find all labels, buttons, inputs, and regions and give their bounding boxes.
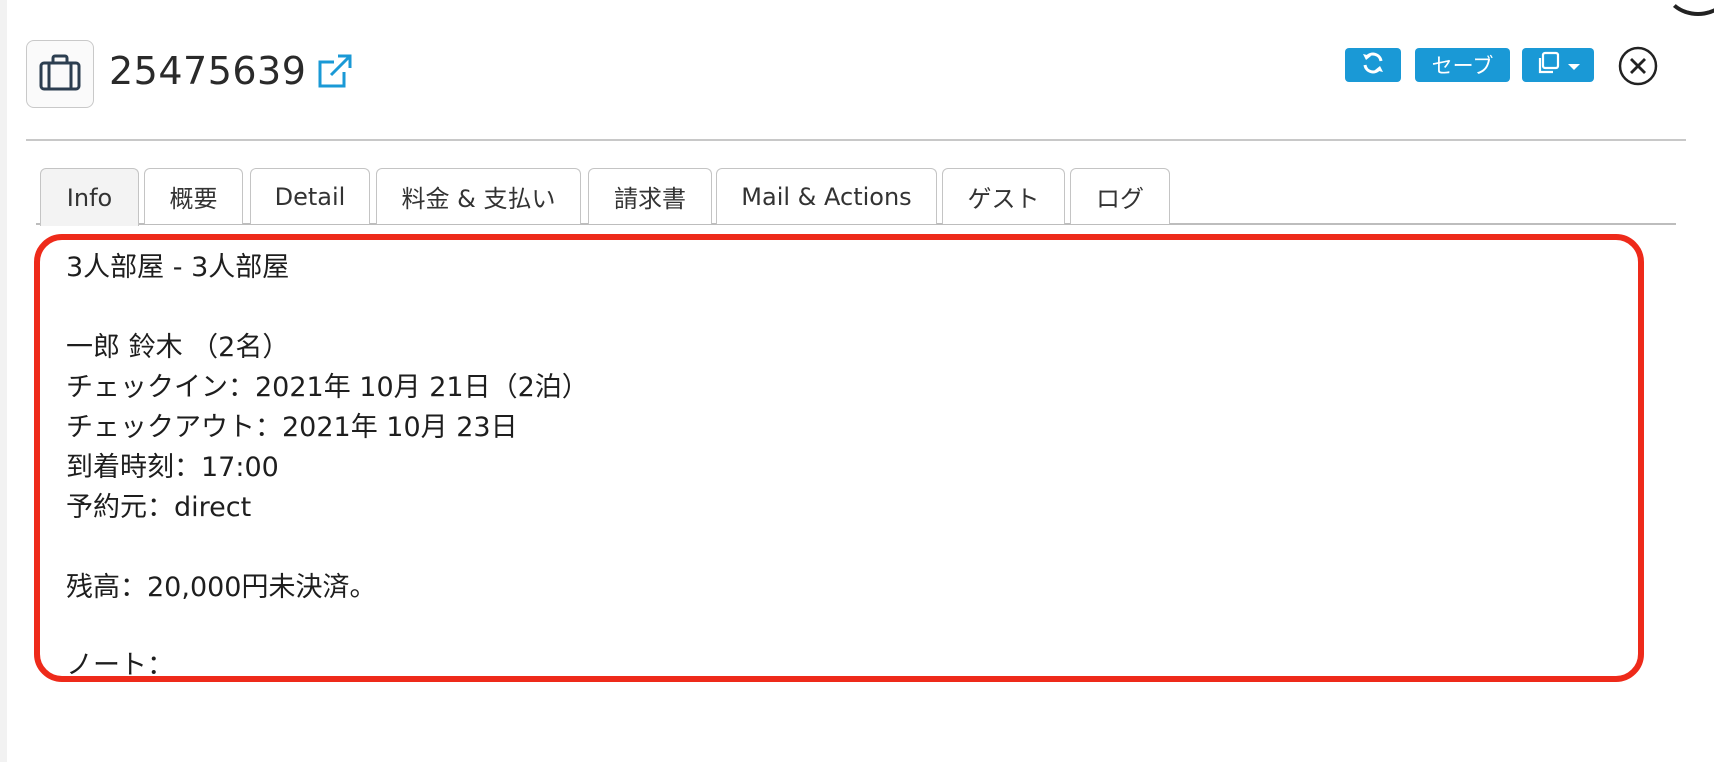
tab-log[interactable]: ログ xyxy=(1070,168,1170,224)
caret-down-icon xyxy=(1567,53,1581,77)
tab-charges-payments[interactable]: 料金 & 支払い xyxy=(376,168,581,224)
tab-detail[interactable]: Detail xyxy=(250,168,370,224)
briefcase-icon xyxy=(38,53,82,95)
guest-line: 一郎 鈴木 （2名） xyxy=(66,332,290,363)
info-content: 3人部屋 - 3人部屋 一郎 鈴木 （2名） チェックイン：2021年 10月 … xyxy=(36,236,1644,680)
arrival-time-line: 到着時刻：17:00 xyxy=(66,452,279,483)
source-line: 予約元：direct xyxy=(66,492,252,523)
tab-invoice[interactable]: 請求書 xyxy=(588,168,712,224)
left-edge-strip xyxy=(0,0,7,762)
balance-line: 残高：20,000円未決済。 xyxy=(66,572,377,603)
booking-id-title: 25475639 xyxy=(109,49,307,93)
tab-mail-actions[interactable]: Mail & Actions xyxy=(716,168,937,224)
refresh-icon xyxy=(1360,50,1386,81)
copy-icon xyxy=(1535,50,1561,81)
save-button[interactable]: セーブ xyxy=(1415,48,1510,82)
corner-decoration xyxy=(1664,0,1714,16)
refresh-button[interactable] xyxy=(1345,48,1401,82)
room-line: 3人部屋 - 3人部屋 xyxy=(66,252,290,283)
check-in-line: チェックイン：2021年 10月 21日（2泊） xyxy=(66,372,589,403)
booking-icon-tile xyxy=(26,40,94,108)
tab-info[interactable]: Info xyxy=(40,168,139,226)
external-link-icon[interactable] xyxy=(314,50,356,92)
booking-detail-panel: 25475639 セーブ Info 概要 Detail 料金 & 支払い 請求書… xyxy=(0,0,1714,762)
copy-dropdown-button[interactable] xyxy=(1522,48,1594,82)
note-line: ノート： xyxy=(66,650,174,680)
check-out-line: チェックアウト：2021年 10月 23日 xyxy=(66,412,518,443)
header-divider xyxy=(26,139,1686,141)
tab-guests[interactable]: ゲスト xyxy=(942,168,1065,224)
tab-overview[interactable]: 概要 xyxy=(144,168,243,224)
close-circle-icon xyxy=(1617,46,1659,91)
close-button[interactable] xyxy=(1617,45,1659,87)
